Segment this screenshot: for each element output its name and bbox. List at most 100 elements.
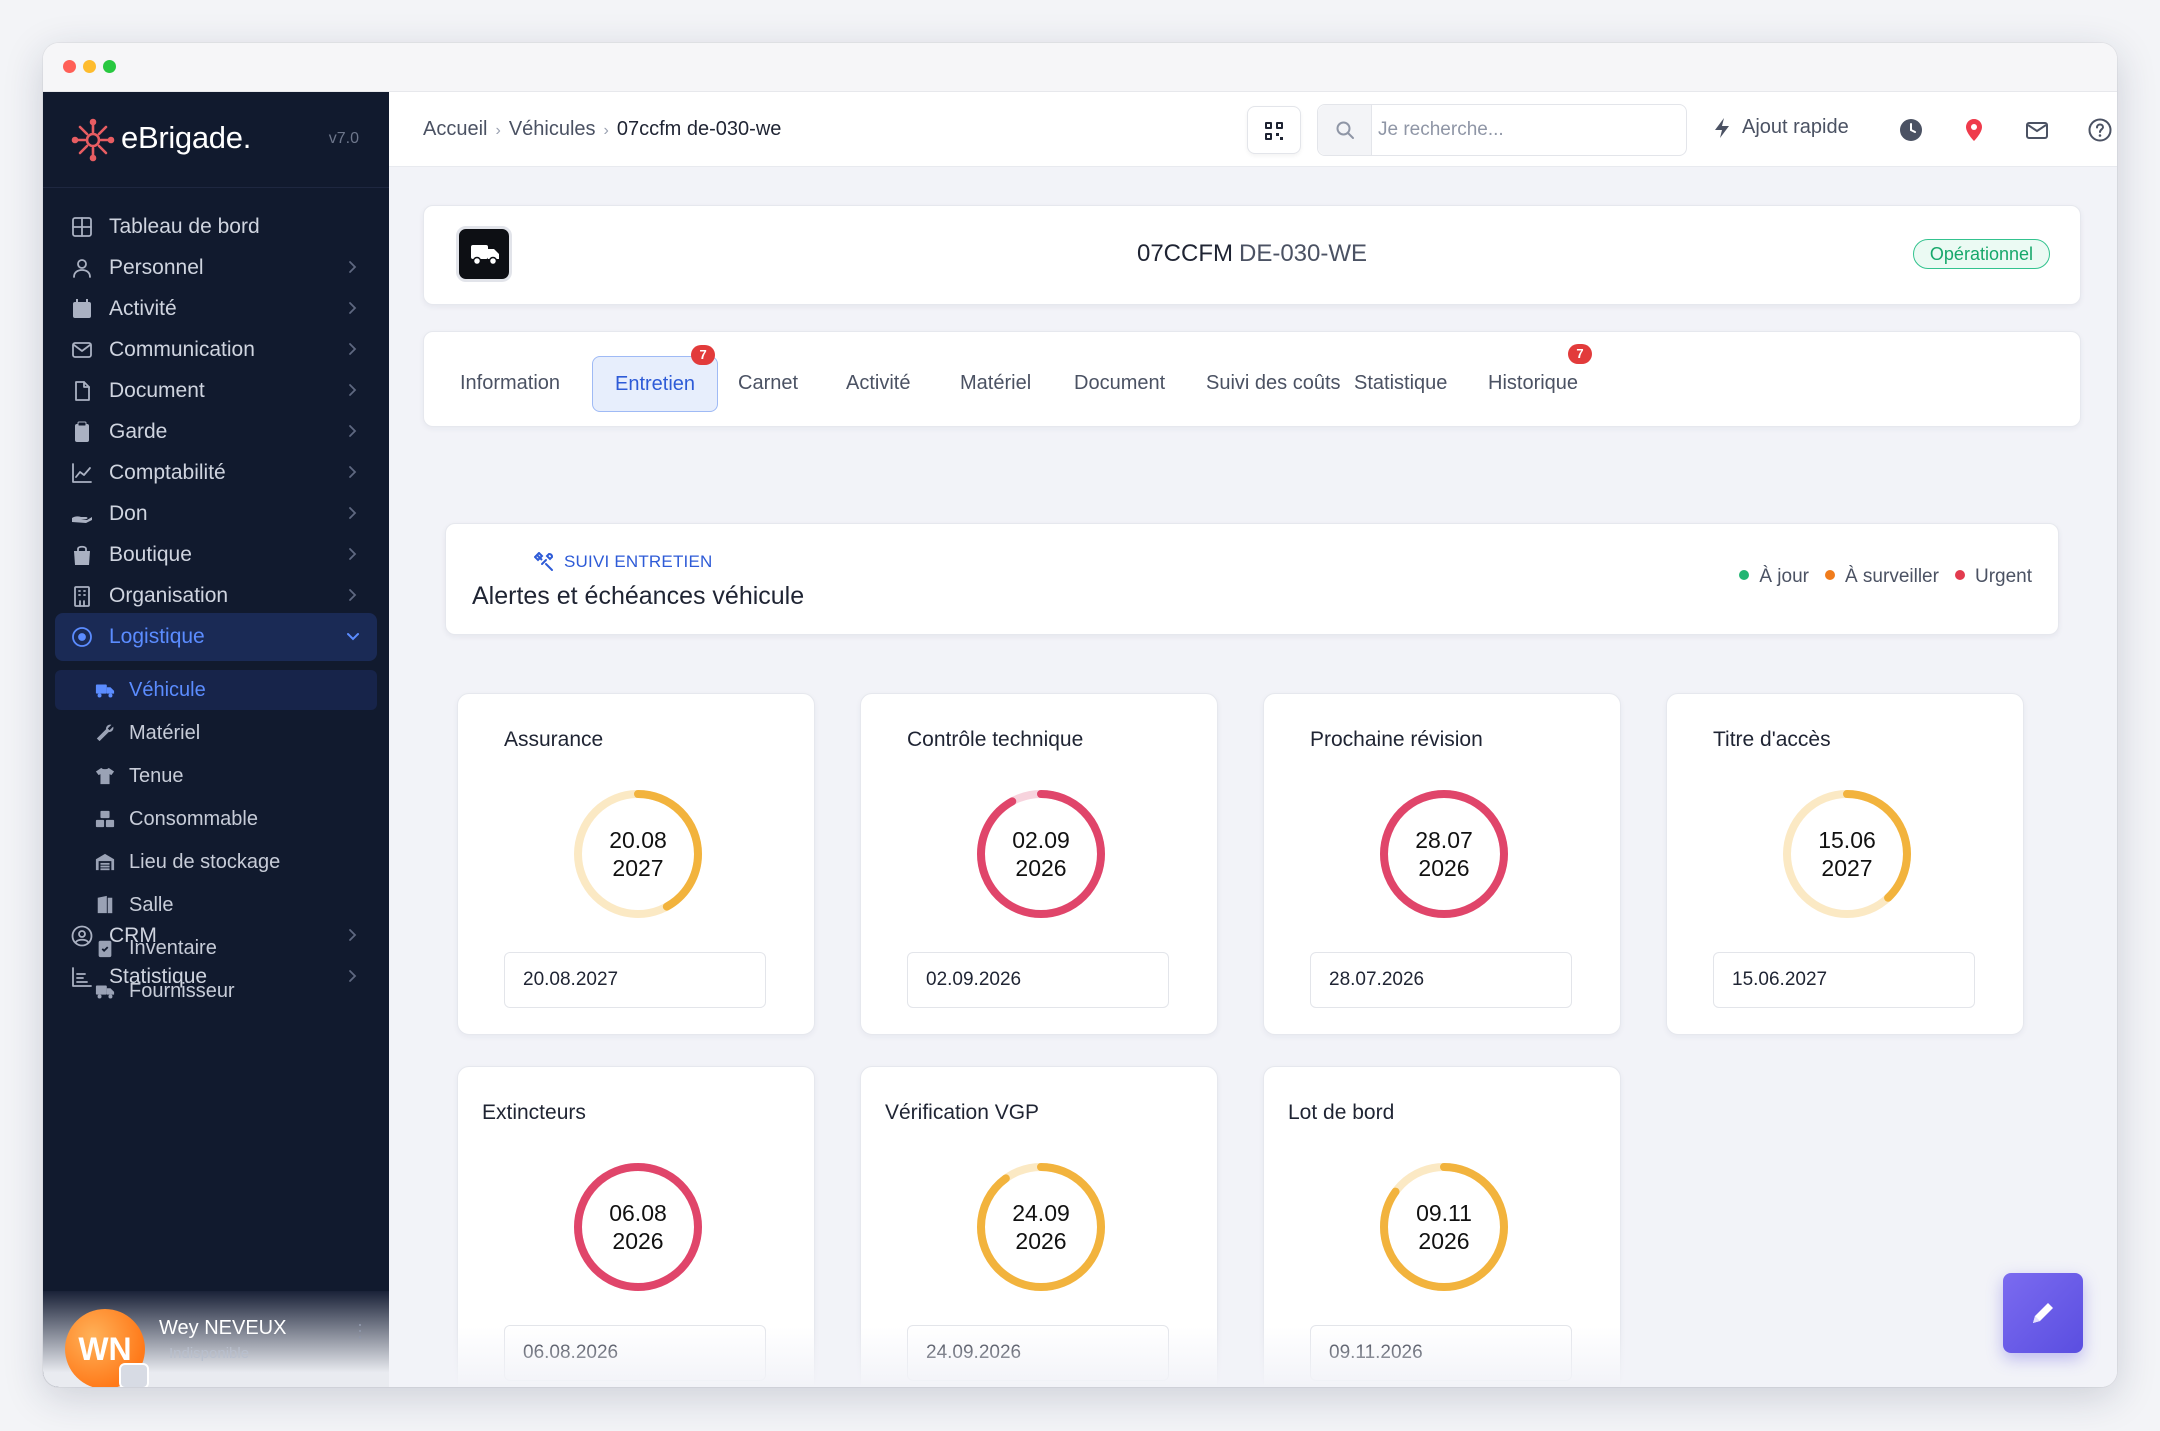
tab-label: Statistique [1354, 372, 1448, 394]
truck-icon [95, 981, 115, 1001]
due-card: Titre d'accès 15.06 2027 15.06.2027 [1666, 693, 2024, 1035]
maximize-window-button[interactable] [103, 60, 116, 73]
sidebar-item-label: Document [109, 379, 205, 402]
date-field[interactable]: 06.08.2026 [504, 1325, 766, 1381]
boxes-icon [95, 809, 115, 829]
breadcrumb-separator-icon: › [603, 122, 609, 139]
ring-date: 24.09 2026 [971, 1157, 1111, 1297]
vehicle-code: 07CCFM [1136, 240, 1233, 267]
window-titlebar [43, 43, 2117, 92]
chevron-down-icon [345, 629, 359, 643]
count-badge: 7 [1568, 344, 1593, 364]
due-card-title: Vérification VGP [885, 1101, 1040, 1124]
sidebar-subitem-materiel[interactable]: Matériel [55, 713, 377, 753]
chevron-right-icon [345, 260, 359, 274]
sidebar-subitem-lieu-de-stockage[interactable]: Lieu de stockage [55, 842, 377, 882]
ring-day-month: 28.07 [1415, 827, 1473, 853]
sidebar-subitem-tenue[interactable]: Tenue [55, 756, 377, 796]
close-window-button[interactable] [63, 60, 76, 73]
legend-item: À jour [1739, 566, 1809, 588]
sidebar-item-label: Activité [109, 297, 177, 320]
sidebar-subitem-label: Matériel [129, 722, 201, 744]
edit-fab-button[interactable] [2003, 1273, 2083, 1353]
mail-icon[interactable] [2025, 118, 2049, 142]
due-card-title: Lot de bord [1288, 1101, 1395, 1124]
search-input[interactable] [1378, 113, 1674, 147]
logo-row: eBrigade. v7.0 [43, 92, 389, 188]
tab-information[interactable]: Information [460, 356, 560, 412]
legend-item: À surveiller [1824, 566, 1939, 588]
sidebar-subitem-vehicule[interactable]: Véhicule [55, 670, 377, 710]
vehicle-title: 07CCFM DE-030-WE [424, 240, 2080, 268]
due-card-title: Titre d'accès [1713, 728, 1831, 751]
sidebar-subitem-label: Tenue [129, 765, 184, 787]
clock-icon[interactable] [1899, 118, 1923, 142]
chart-line-icon [71, 462, 93, 484]
help-icon[interactable] [2088, 118, 2112, 142]
date-field[interactable]: 20.08.2027 [504, 952, 766, 1008]
date-field[interactable]: 02.09.2026 [907, 952, 1169, 1008]
pencil-icon [2033, 1303, 2053, 1323]
date-field[interactable]: 15.06.2027 [1713, 952, 1975, 1008]
legend-dot [1739, 569, 1750, 580]
sidebar-item-logistique[interactable]: Logistique [55, 613, 377, 661]
search-icon-box[interactable] [1318, 105, 1372, 155]
user-panel[interactable]: WN Wey NEVEUX Indisponible ⋮ [43, 1291, 389, 1387]
ring-date: 15.06 2027 [1777, 784, 1917, 924]
tab-carnet[interactable]: Carnet [738, 356, 798, 412]
tabs-bar: Information Entretien 7 Carnet Activité Matér… [423, 331, 2081, 427]
date-field[interactable]: 28.07.2026 [1310, 952, 1572, 1008]
date-field[interactable]: 09.11.2026 [1310, 1325, 1572, 1381]
sidebar-subitem-fournisseur[interactable]: Fournisseur [55, 971, 377, 1011]
ring-year: 2026 [1015, 1228, 1067, 1254]
date-field[interactable]: 24.09.2026 [907, 1325, 1169, 1381]
chevron-right-icon [345, 424, 359, 438]
tab-materiel[interactable]: Matériel [960, 356, 1031, 412]
sidebar-subitem-salle[interactable]: Salle [55, 885, 377, 925]
ring-day-month: 20.08 [609, 827, 667, 853]
target-icon [71, 626, 93, 648]
due-card: Vérification VGP 24.09 2026 24.09.2026 [860, 1066, 1218, 1387]
location-pin-icon[interactable] [1962, 118, 1986, 142]
ring-year: 2026 [1015, 855, 1067, 881]
tab-historique[interactable]: Historique 7 [1488, 344, 1593, 412]
sidebar-subitem-consommable[interactable]: Consommable [55, 799, 377, 839]
chevron-right-icon [345, 301, 359, 315]
topbar: Accueil › Véhicules › 07ccfm de-030-we Ajout… [389, 92, 2117, 167]
tab-label: Carnet [738, 372, 799, 394]
building-icon [71, 585, 93, 607]
tab-statistique[interactable]: Statistique [1354, 356, 1447, 412]
more-vertical-icon[interactable]: ⋮ [351, 1321, 369, 1342]
minimize-window-button[interactable] [83, 60, 96, 73]
legend-label: Urgent [1974, 566, 2032, 587]
clipboard-icon [71, 421, 93, 443]
status-badge: Opérationnel [1912, 239, 2050, 269]
ring-day-month: 02.09 [1012, 827, 1070, 853]
app-name: eBrigade. [121, 120, 252, 155]
alerts-title: Alertes et échéances véhicule [472, 582, 805, 610]
calendar-icon [71, 298, 93, 320]
breadcrumb-item-home[interactable]: Accueil [423, 118, 487, 140]
sidebar-subitem-inventaire[interactable]: Inventaire [55, 928, 377, 968]
qr-code-button[interactable] [1247, 106, 1301, 154]
legend-dot [1824, 569, 1835, 580]
search-box [1317, 104, 1687, 156]
tab-document[interactable]: Document [1074, 356, 1165, 412]
user-name: Wey NEVEUX [159, 1317, 287, 1339]
due-card: Extincteurs 06.08 2026 06.08.2026 [457, 1066, 815, 1387]
legend-label: À surveiller [1844, 566, 1939, 587]
bag-icon [71, 544, 93, 566]
tab-entretien[interactable]: Entretien 7 [592, 345, 719, 412]
chevron-right-icon [345, 506, 359, 520]
user-icon [71, 257, 93, 279]
tab-suivi-des-couts[interactable]: Suivi des coûts [1206, 356, 1341, 412]
due-card: Prochaine révision 28.07 2026 28.07.2026 [1263, 693, 1621, 1035]
sidebar-item-label: Personnel [109, 256, 204, 279]
tab-label: Document [1074, 372, 1166, 394]
main-content: 07CCFM DE-030-WE Opérationnel Information… [389, 167, 2117, 1387]
tab-activite[interactable]: Activité [846, 356, 910, 412]
breadcrumb-item-vehicles[interactable]: Véhicules [509, 118, 596, 140]
ring-year: 2027 [612, 855, 664, 881]
mail-icon [71, 339, 93, 361]
ring-day-month: 24.09 [1012, 1200, 1070, 1226]
